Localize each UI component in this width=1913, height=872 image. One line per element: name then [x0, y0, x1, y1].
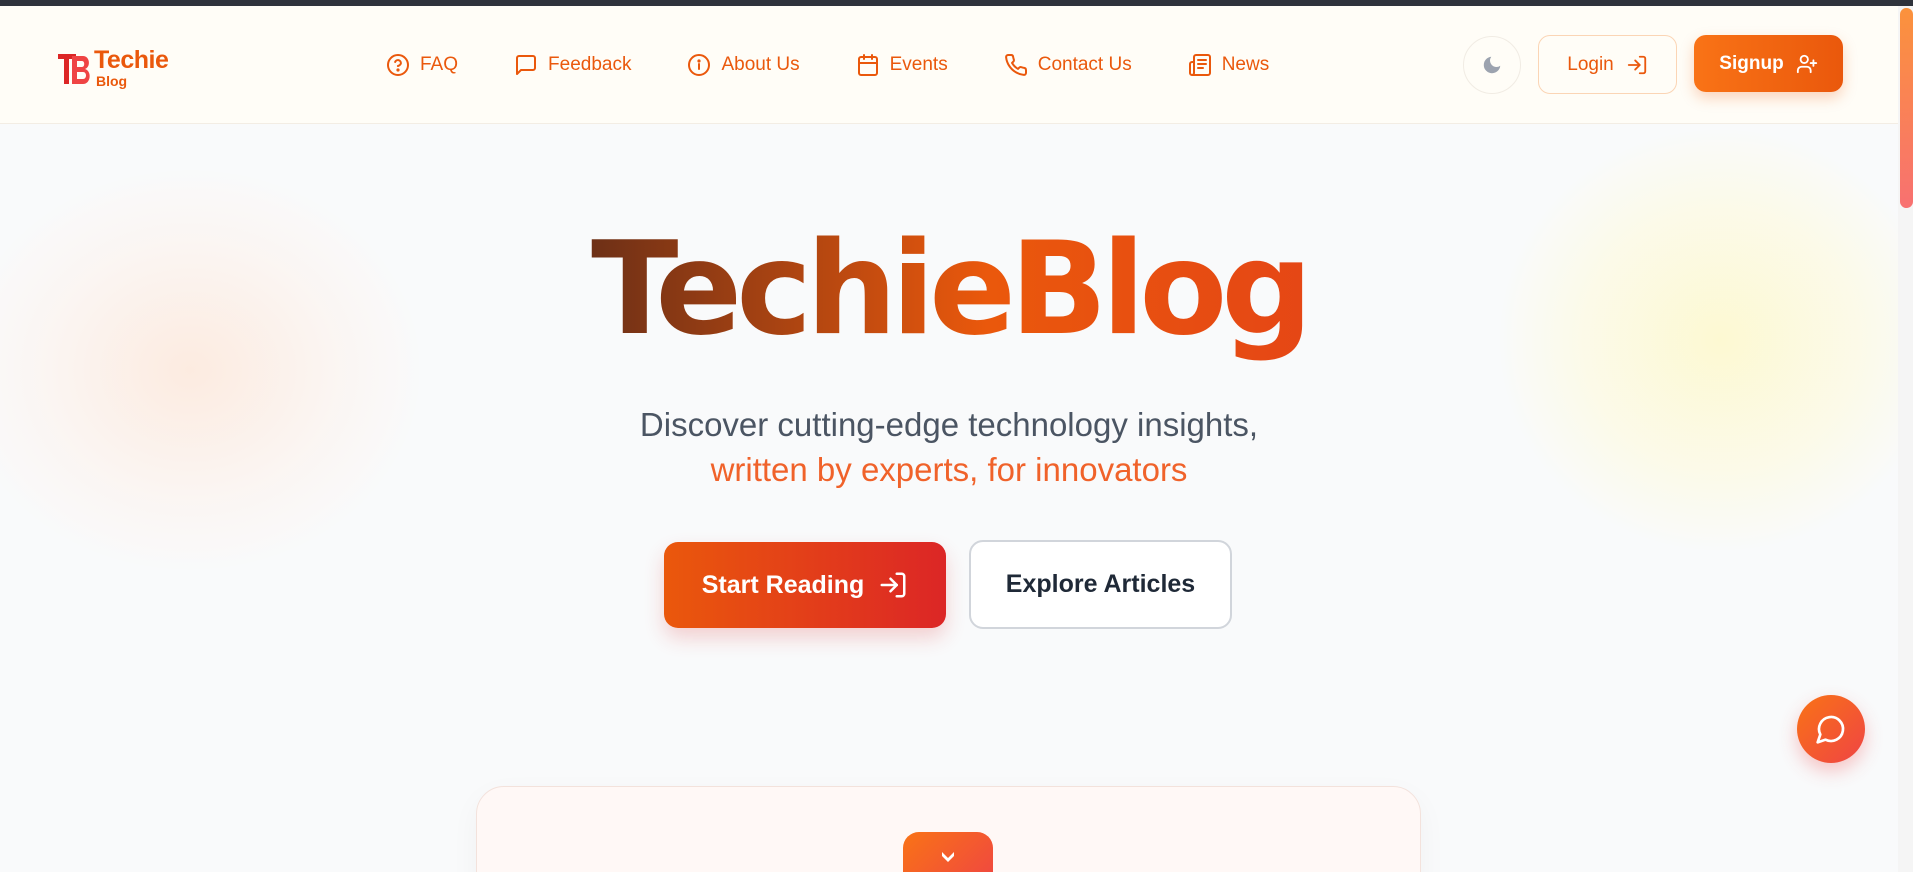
logo-title: Techie — [94, 46, 169, 74]
site-header: Techie Blog FAQ Feedback About Us Events… — [0, 6, 1898, 124]
signup-button-label: Signup — [1719, 52, 1784, 74]
explore-articles-label: Explore Articles — [1005, 570, 1196, 598]
scrollbar-thumb[interactable] — [1900, 8, 1913, 208]
nav-item-label: About Us — [721, 54, 800, 75]
log-in-icon — [880, 572, 906, 598]
card-icon-badge[interactable] — [903, 832, 993, 872]
nav-item-label: FAQ — [420, 54, 459, 75]
user-plus-icon — [1796, 54, 1817, 73]
theme-toggle-button[interactable] — [1463, 36, 1521, 94]
message-circle-icon — [1816, 715, 1845, 744]
hero-tagline-line1: Discover cutting-edge technology insight… — [639, 406, 1259, 443]
nav-item-label: Contact Us — [1037, 54, 1132, 75]
info-icon — [688, 54, 711, 76]
calendar-icon — [857, 54, 878, 76]
chevron-down-icon — [942, 852, 954, 862]
nav-item-label: Feedback — [548, 54, 632, 75]
logo-subtitle: Blog — [96, 73, 128, 89]
nav-item-events[interactable]: Events — [856, 53, 948, 77]
hero-title: TechieBlog — [0, 219, 1898, 361]
nav-item-contact-us[interactable]: Contact Us — [1004, 53, 1132, 77]
signup-button[interactable]: Signup — [1694, 35, 1843, 92]
logo-mark-icon — [58, 54, 90, 84]
main-nav: FAQ Feedback About Us Events Contact Us … — [386, 6, 1269, 124]
nav-item-faq[interactable]: FAQ — [386, 53, 458, 77]
nav-item-about-us[interactable]: About Us — [687, 53, 800, 77]
start-reading-button[interactable]: Start Reading — [664, 542, 946, 628]
start-reading-label: Start Reading — [701, 570, 865, 599]
message-square-icon — [516, 55, 537, 75]
explore-articles-button[interactable]: Explore Articles — [969, 540, 1232, 629]
newspaper-icon — [1188, 54, 1211, 76]
site-logo[interactable]: Techie Blog — [56, 46, 186, 92]
moon-icon — [1483, 56, 1501, 74]
login-button[interactable]: Login — [1538, 35, 1677, 94]
hero-tagline-line2: written by experts, for innovators — [710, 451, 1188, 488]
log-in-icon — [1627, 55, 1646, 74]
nav-item-feedback[interactable]: Feedback — [514, 53, 631, 77]
nav-item-label: Events — [889, 54, 948, 75]
chat-button[interactable] — [1797, 695, 1865, 763]
phone-icon — [1004, 53, 1027, 76]
login-button-label: Login — [1567, 53, 1614, 75]
nav-item-news[interactable]: News — [1188, 53, 1270, 77]
help-circle-icon — [387, 54, 409, 76]
nav-item-label: News — [1221, 54, 1270, 75]
